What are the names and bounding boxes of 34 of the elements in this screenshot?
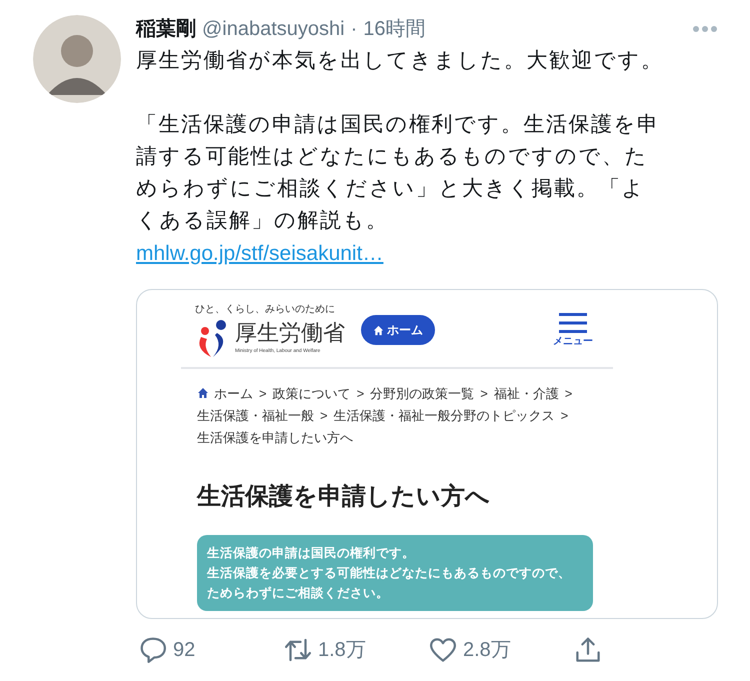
breadcrumb-current: 生活保護を申請したい方へ <box>197 430 353 445</box>
timestamp[interactable]: 16時間 <box>363 14 426 44</box>
author-name[interactable]: 稲葉剛 <box>136 14 196 44</box>
breadcrumb-separator: > <box>560 408 568 423</box>
breadcrumb-link[interactable]: ホーム <box>214 386 253 401</box>
breadcrumb-separator: > <box>259 386 267 401</box>
home-button[interactable]: ホーム <box>361 315 435 345</box>
site-tagline: ひと、くらし、みらいのために <box>195 303 336 317</box>
breadcrumb-link[interactable]: 分野別の政策一覧 <box>370 386 474 401</box>
reply-button[interactable]: 92 <box>138 635 283 665</box>
menu-button[interactable]: メニュー <box>553 312 593 349</box>
avatar[interactable] <box>33 15 121 103</box>
home-icon <box>197 387 209 399</box>
page-heading: 生活保護を申請したい方へ <box>197 482 491 512</box>
ministry-logo-text: 厚生労働省 <box>235 320 345 346</box>
author-handle[interactable]: @inabatsuyoshi <box>202 14 345 44</box>
home-icon <box>373 324 384 336</box>
breadcrumb-link[interactable]: 生活保護・福祉一般 <box>197 408 314 423</box>
breadcrumb-link[interactable]: 福祉・介護 <box>494 386 559 401</box>
menu-icon <box>559 312 587 334</box>
breadcrumb-link[interactable]: 政策について <box>272 386 351 401</box>
tweet-text: 厚生労働省が本気を出してきました。大歓迎です。 <box>136 48 664 74</box>
tweet-text: 「生活保護の申請は国民の権利です。生活保護を申請する可能性はどなたにもあるものですので、ためらわずにご相談ください」と大きく掲載。「よくある誤解」の解説も。 <box>136 112 660 234</box>
breadcrumb-separator: > <box>564 386 572 401</box>
breadcrumb-separator: > <box>320 408 328 423</box>
heart-button[interactable]: 2.8万 <box>428 635 573 665</box>
breadcrumb-separator: > <box>480 386 488 401</box>
retweet-button[interactable]: 1.8万 <box>283 635 428 665</box>
reply-icon <box>138 635 168 665</box>
breadcrumb-separator: > <box>356 386 364 401</box>
breadcrumb-link[interactable]: 生活保護・福祉一般分野のトピックス <box>334 408 555 423</box>
notice-banner: 生活保護の申請は国民の権利です。 生活保護を必要とする可能性はどなたにもあるものですので、 ためらわずにご相談ください。 <box>197 535 593 611</box>
link-preview-card[interactable] <box>136 289 718 619</box>
separator-dot: · <box>350 17 358 42</box>
